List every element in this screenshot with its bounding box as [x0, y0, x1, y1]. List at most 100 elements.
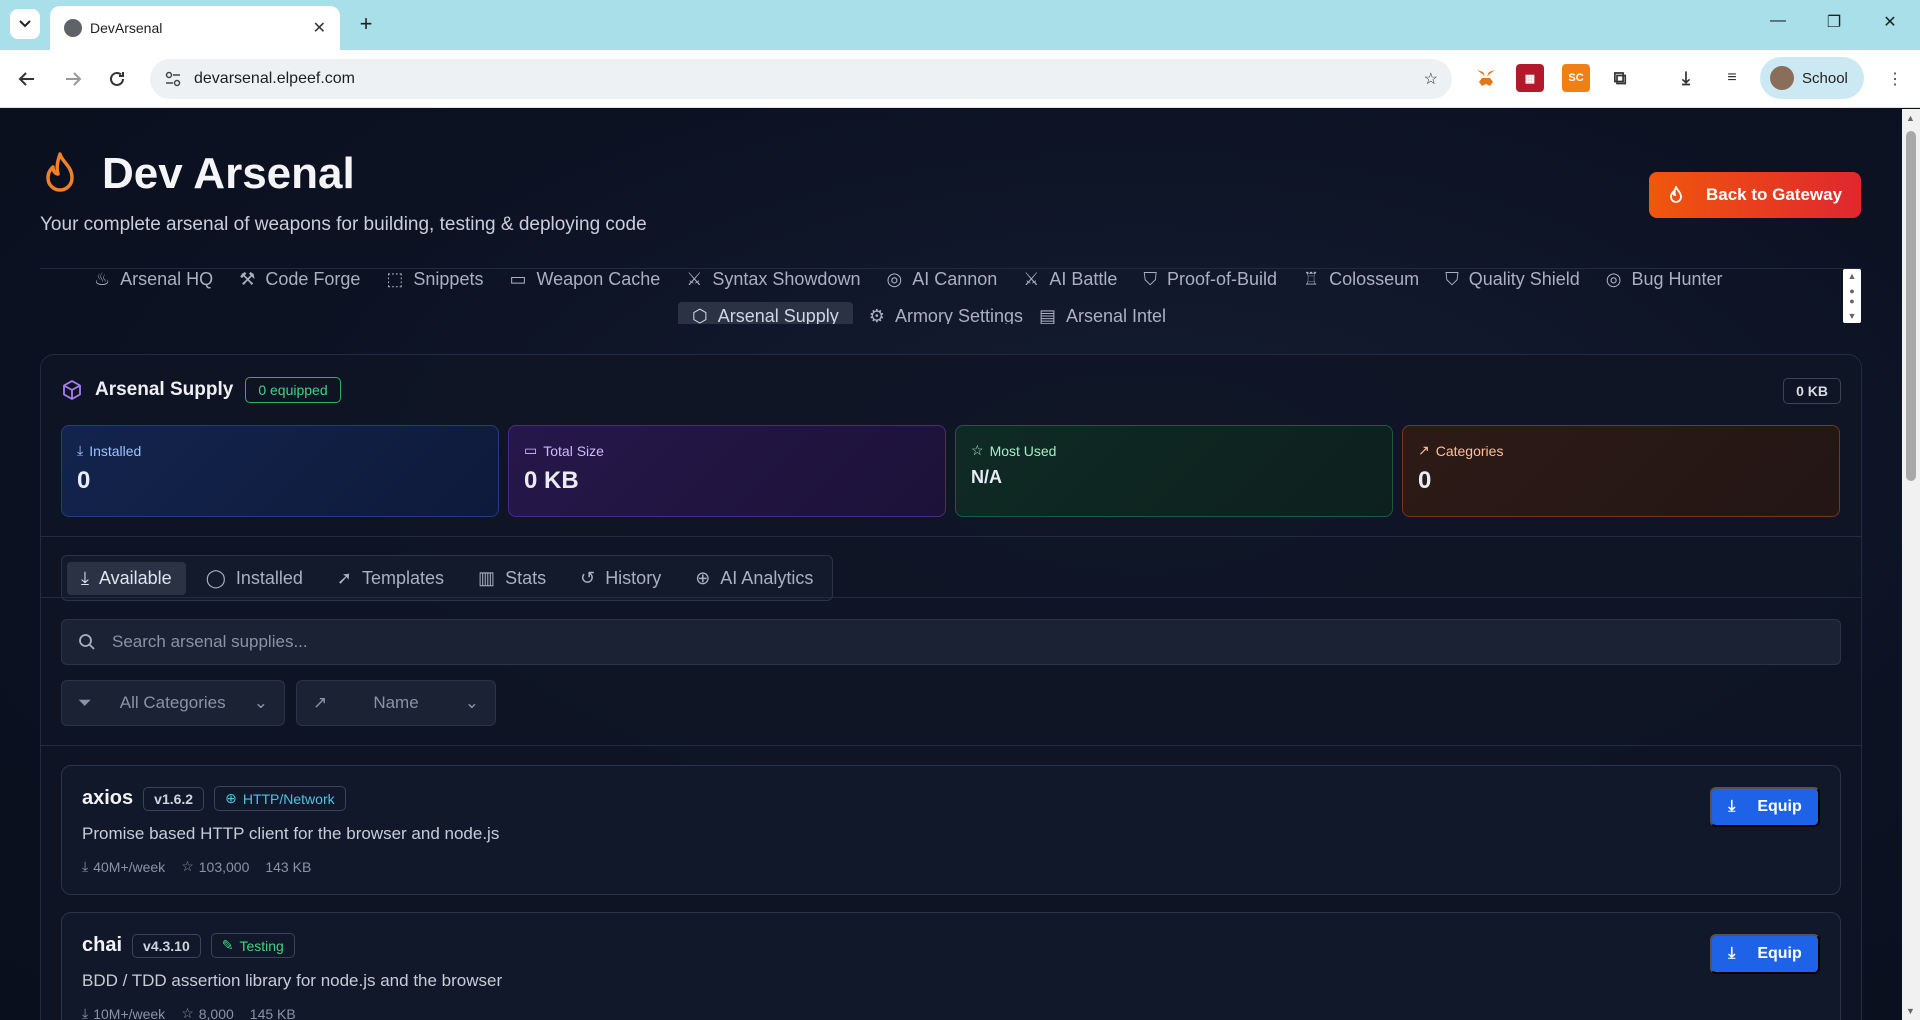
nav-label: Arsenal Intel	[1066, 306, 1167, 324]
category-select[interactable]: ⏷ All Categories ⌄	[61, 680, 285, 726]
sort-select[interactable]: ↗ Name ⌄	[296, 680, 496, 726]
download-icon: ⤓	[1728, 798, 1736, 815]
size-badge: 0 KB	[1783, 378, 1841, 404]
nav-item-bug-hunter[interactable]: ◎ Bug Hunter	[1606, 269, 1723, 290]
nav-item-arsenal-intel[interactable]: ▤ Arsenal Intel	[1039, 302, 1166, 324]
subtab-label: AI Analytics	[720, 567, 814, 588]
hammer-icon: ⚒	[239, 269, 256, 289]
nav-item-snippets[interactable]: ⬚ Snippets	[386, 269, 483, 290]
package-icon: ⬡	[692, 306, 708, 324]
restore-icon[interactable]: ❐	[1822, 12, 1846, 32]
close-window-icon[interactable]: ✕	[1878, 12, 1902, 32]
package-name: chai	[82, 934, 123, 956]
nav-item-arsenal-hq[interactable]: ♨ Arsenal HQ	[94, 269, 213, 290]
new-tab-button[interactable]: +	[352, 10, 380, 38]
media-controls-icon[interactable]: ≡	[1718, 64, 1746, 92]
nav-item-weapon-cache[interactable]: ▭ Weapon Cache	[509, 269, 660, 290]
subtab-installed[interactable]: ◯ Installed	[192, 562, 317, 595]
address-bar[interactable]: devarsenal.elpeef.com ☆	[150, 59, 1452, 99]
scroll-down-icon[interactable]: ▼	[1848, 311, 1857, 321]
metamask-extension-icon[interactable]	[1472, 64, 1500, 92]
download-icon: ⤓	[82, 858, 89, 874]
nav-item-quality-shield[interactable]: ⛉ Quality Shield	[1445, 269, 1580, 290]
tab-search-button[interactable]	[10, 9, 40, 39]
bookmark-star-icon[interactable]: ☆	[1424, 69, 1438, 89]
scroll-down-icon[interactable]: ▼	[1906, 1006, 1915, 1016]
star-icon: ☆	[181, 1005, 194, 1020]
sort-select-value: Name	[373, 693, 419, 712]
subtab-templates[interactable]: ➚ Templates	[323, 562, 458, 595]
minimize-icon[interactable]: —	[1766, 12, 1790, 30]
package-category: HTTP/Network	[242, 790, 335, 807]
sc-extension-icon[interactable]: SC	[1562, 64, 1590, 92]
download-icon[interactable]: ⤓	[1672, 64, 1700, 92]
shield-icon: ⛉	[1445, 269, 1459, 289]
equip-label: Equip	[1757, 798, 1802, 815]
pencil-icon: ✎	[221, 937, 234, 953]
subtab-stats[interactable]: ▥ Stats	[464, 562, 560, 595]
profile-label: School	[1802, 69, 1848, 87]
scroll-icon: ▤	[1038, 306, 1056, 324]
subtab-ai-analytics[interactable]: ⊕ AI Analytics	[681, 562, 827, 595]
nav-item-syntax-showdown[interactable]: ⚔ Syntax Showdown	[686, 269, 860, 290]
close-icon[interactable]: ✕	[313, 18, 326, 38]
rocket-icon: ➚	[336, 567, 352, 588]
red-extension-icon[interactable]: ▦	[1516, 64, 1544, 92]
divider	[41, 597, 1861, 598]
page-subtitle: Your complete arsenal of weapons for bui…	[40, 214, 647, 235]
nav-item-proof-of-build[interactable]: ⛉ Proof-of-Build	[1143, 269, 1277, 290]
search-input[interactable]: Search arsenal supplies...	[61, 619, 1841, 665]
star-icon: ☆	[971, 442, 984, 458]
browser-menu-icon[interactable]: ⋮	[1880, 64, 1910, 94]
nav-label: Colosseum	[1329, 269, 1420, 289]
archive-icon: ▭	[524, 442, 538, 458]
stat-value: 0	[77, 467, 91, 494]
search-icon	[79, 634, 95, 650]
page-scrollbar[interactable]: ▲ ▼	[1902, 109, 1920, 1020]
package-card: axios v1.6.2 ⊕ HTTP/Network Promise based…	[61, 765, 1841, 895]
shield-icon: ⛉	[1143, 269, 1157, 289]
scroll-thumb[interactable]	[1906, 131, 1916, 481]
scroll-thumb[interactable]: ● ●	[1849, 286, 1854, 306]
nav-item-ai-cannon[interactable]: ◎ AI Cannon	[886, 269, 997, 290]
stat-value: 0 KB	[524, 467, 579, 494]
back-to-gateway-button[interactable]: Back to Gateway	[1649, 172, 1861, 218]
nav-item-arsenal-supply[interactable]: ⬡ Arsenal Supply	[678, 302, 853, 324]
nav-item-colosseum[interactable]: ♖ Colosseum	[1303, 269, 1419, 290]
nav-item-armory-settings[interactable]: ⚙ Armory Settings	[869, 302, 1023, 324]
download-icon: ⤓	[82, 1005, 89, 1020]
nav-item-ai-battle[interactable]: ⚔ AI Battle	[1023, 269, 1117, 290]
subtab-available[interactable]: ⤓ Available	[67, 561, 186, 595]
page-content: Dev Arsenal Your complete arsenal of wea…	[0, 109, 1902, 1020]
scroll-up-icon[interactable]: ▲	[1906, 113, 1915, 123]
forward-icon[interactable]	[58, 64, 88, 94]
trophy-icon: ♖	[1303, 269, 1320, 289]
browser-tab[interactable]: DevArsenal ✕	[50, 6, 340, 50]
nav-label: Quality Shield	[1468, 269, 1580, 289]
profile-button[interactable]: School	[1760, 57, 1864, 99]
nav-scrollbar[interactable]: ▲ ● ● ▼	[1843, 269, 1861, 323]
url-text: devarsenal.elpeef.com	[194, 70, 355, 87]
site-settings-icon[interactable]	[164, 70, 182, 88]
trending-up-icon: ↗	[313, 693, 328, 712]
subtab-history[interactable]: ↺ History	[566, 562, 675, 595]
browser-toolbar: devarsenal.elpeef.com ☆ ▦ SC ⧉ ⤓ ≡ Schoo…	[0, 50, 1920, 108]
filter-icon: ⏷	[78, 693, 92, 712]
history-icon: ↺	[580, 567, 596, 588]
package-version: v1.6.2	[143, 786, 205, 811]
subtab-label: Available	[98, 567, 172, 588]
back-icon[interactable]	[12, 64, 42, 94]
chevron-down-icon: ⌄	[253, 693, 268, 712]
package-meta: ⤓ 10M+/week ☆ 8,000 145 KB	[82, 1005, 296, 1020]
crosshair-icon: ◎	[1605, 269, 1622, 289]
equip-button[interactable]: ⤓ Equip	[1710, 934, 1820, 974]
wrench-icon: ⚙	[868, 306, 885, 324]
scroll-up-icon[interactable]: ▲	[1848, 271, 1857, 281]
package-size: 145 KB	[249, 1005, 296, 1020]
extensions-puzzle-icon[interactable]: ⧉	[1606, 64, 1634, 92]
reload-icon[interactable]	[102, 64, 132, 94]
nav-item-code-forge[interactable]: ⚒ Code Forge	[239, 269, 360, 290]
panel-header: Arsenal Supply 0 equipped	[61, 377, 341, 403]
equip-button[interactable]: ⤓ Equip	[1710, 787, 1820, 827]
package-category-badge: ⊕ HTTP/Network	[214, 786, 346, 811]
